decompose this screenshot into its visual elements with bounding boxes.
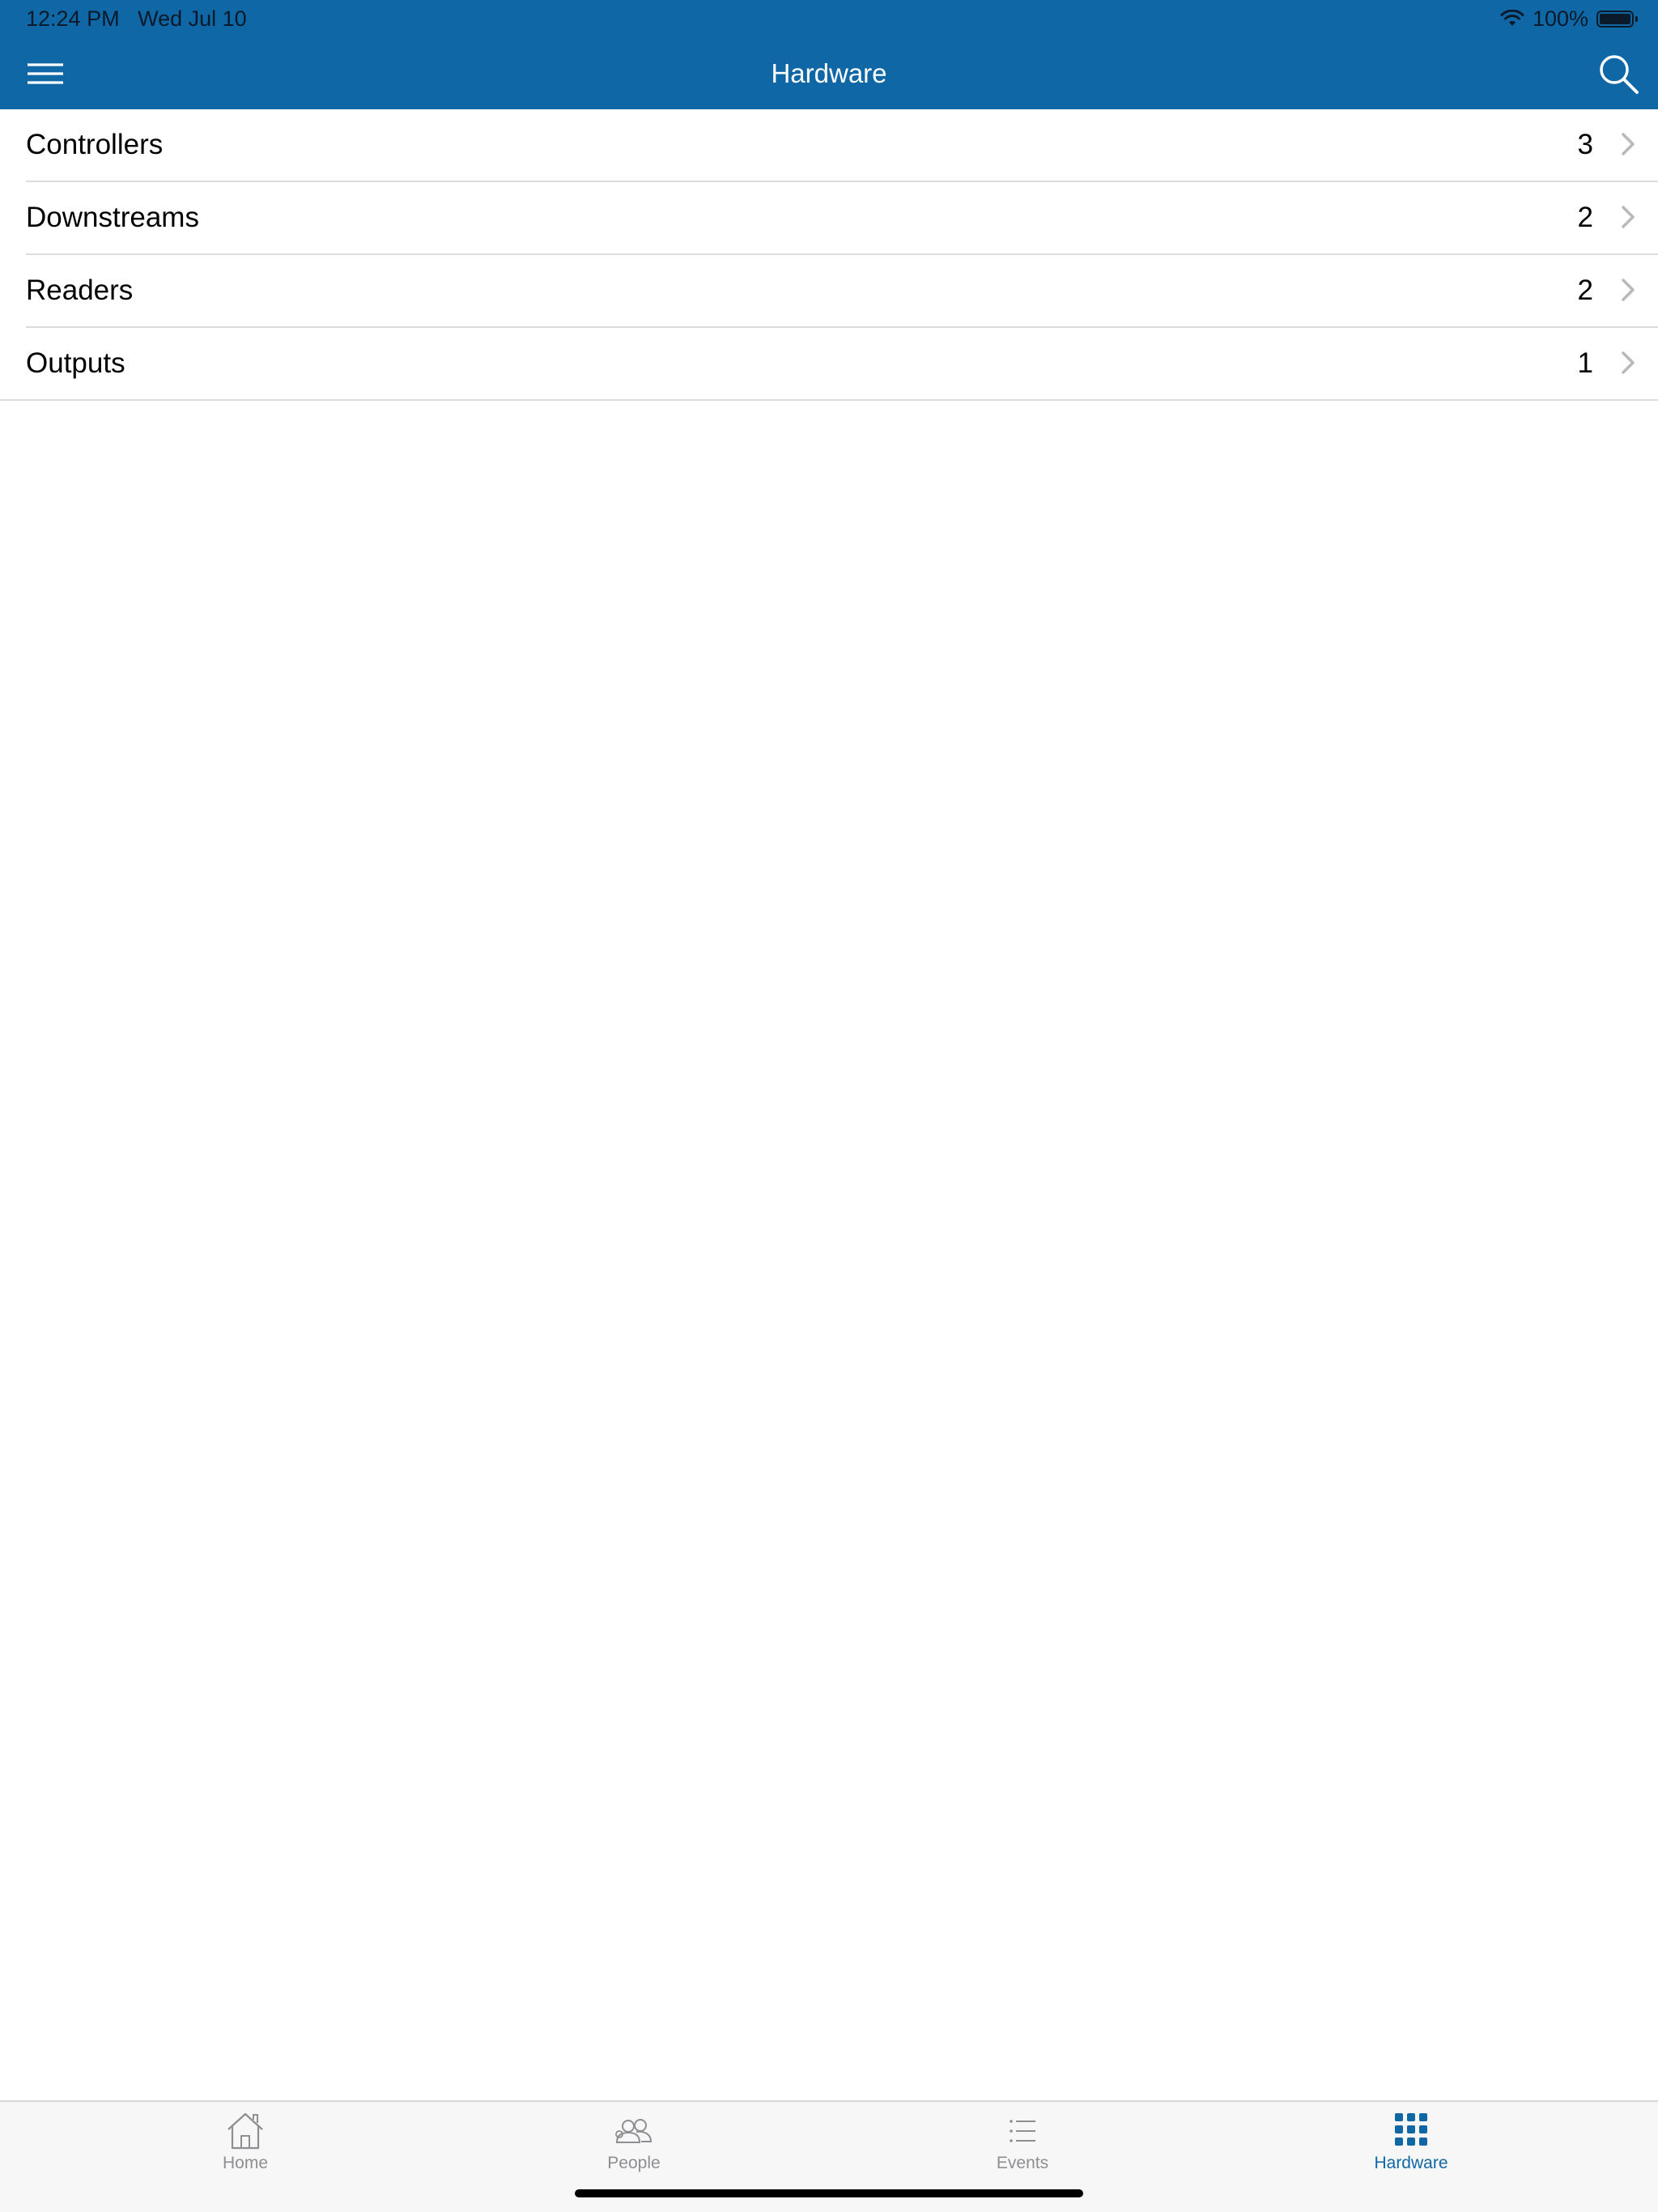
home-icon [227, 2112, 263, 2150]
battery-icon [1596, 10, 1638, 28]
list-item-count: 2 [1577, 202, 1593, 233]
list-item-count: 3 [1577, 129, 1593, 160]
list-item-label: Downstreams [26, 202, 199, 233]
list-item-controllers[interactable]: Controllers 3 [26, 109, 1658, 182]
top-bar: 12:24 PM Wed Jul 10 100% Hardware [0, 0, 1658, 109]
home-indicator [575, 2189, 1083, 2197]
list-icon [1010, 2120, 1035, 2142]
list-item-downstreams[interactable]: Downstreams 2 [26, 182, 1658, 255]
grid-icon [1395, 2113, 1427, 2146]
tab-label: People [607, 2154, 661, 2172]
status-time-date: 12:24 PM Wed Jul 10 [26, 6, 247, 31]
chevron-right-icon [1622, 279, 1635, 301]
battery-percent: 100% [1532, 6, 1588, 31]
tab-label: Hardware [1374, 2154, 1448, 2172]
wifi-icon [1500, 10, 1524, 26]
tab-hardware[interactable]: Hardware [1314, 2110, 1508, 2173]
battery-level [1600, 13, 1630, 24]
page-title: Hardware [771, 58, 887, 88]
hamburger-menu-icon[interactable] [23, 55, 68, 92]
hardware-list: Controllers 3 Downstreams 2 Readers 2 Ou… [0, 109, 1658, 401]
tab-people[interactable]: People [537, 2110, 731, 2173]
list-item-count: 1 [1577, 347, 1593, 379]
chevron-right-icon [1622, 351, 1635, 374]
list-item-label: Readers [26, 274, 134, 306]
people-icon [615, 2119, 653, 2143]
tab-home[interactable]: Home [148, 2110, 342, 2173]
hardware-screen: 12:24 PM Wed Jul 10 100% Hardware Contro… [0, 0, 1658, 2212]
list-item-label: Outputs [26, 347, 125, 379]
tab-label: Home [222, 2154, 269, 2172]
list-item-outputs[interactable]: Outputs 1 [0, 328, 1658, 401]
chevron-right-icon [1622, 133, 1635, 155]
tab-label: Events [996, 2154, 1049, 2172]
tab-events[interactable]: Events [925, 2110, 1120, 2173]
list-item-readers[interactable]: Readers 2 [26, 255, 1658, 328]
list-item-count: 2 [1577, 274, 1593, 306]
status-indicators: 100% [1500, 5, 1638, 32]
chevron-right-icon [1622, 206, 1635, 228]
list-item-label: Controllers [26, 129, 164, 160]
search-icon[interactable] [1596, 52, 1640, 96]
